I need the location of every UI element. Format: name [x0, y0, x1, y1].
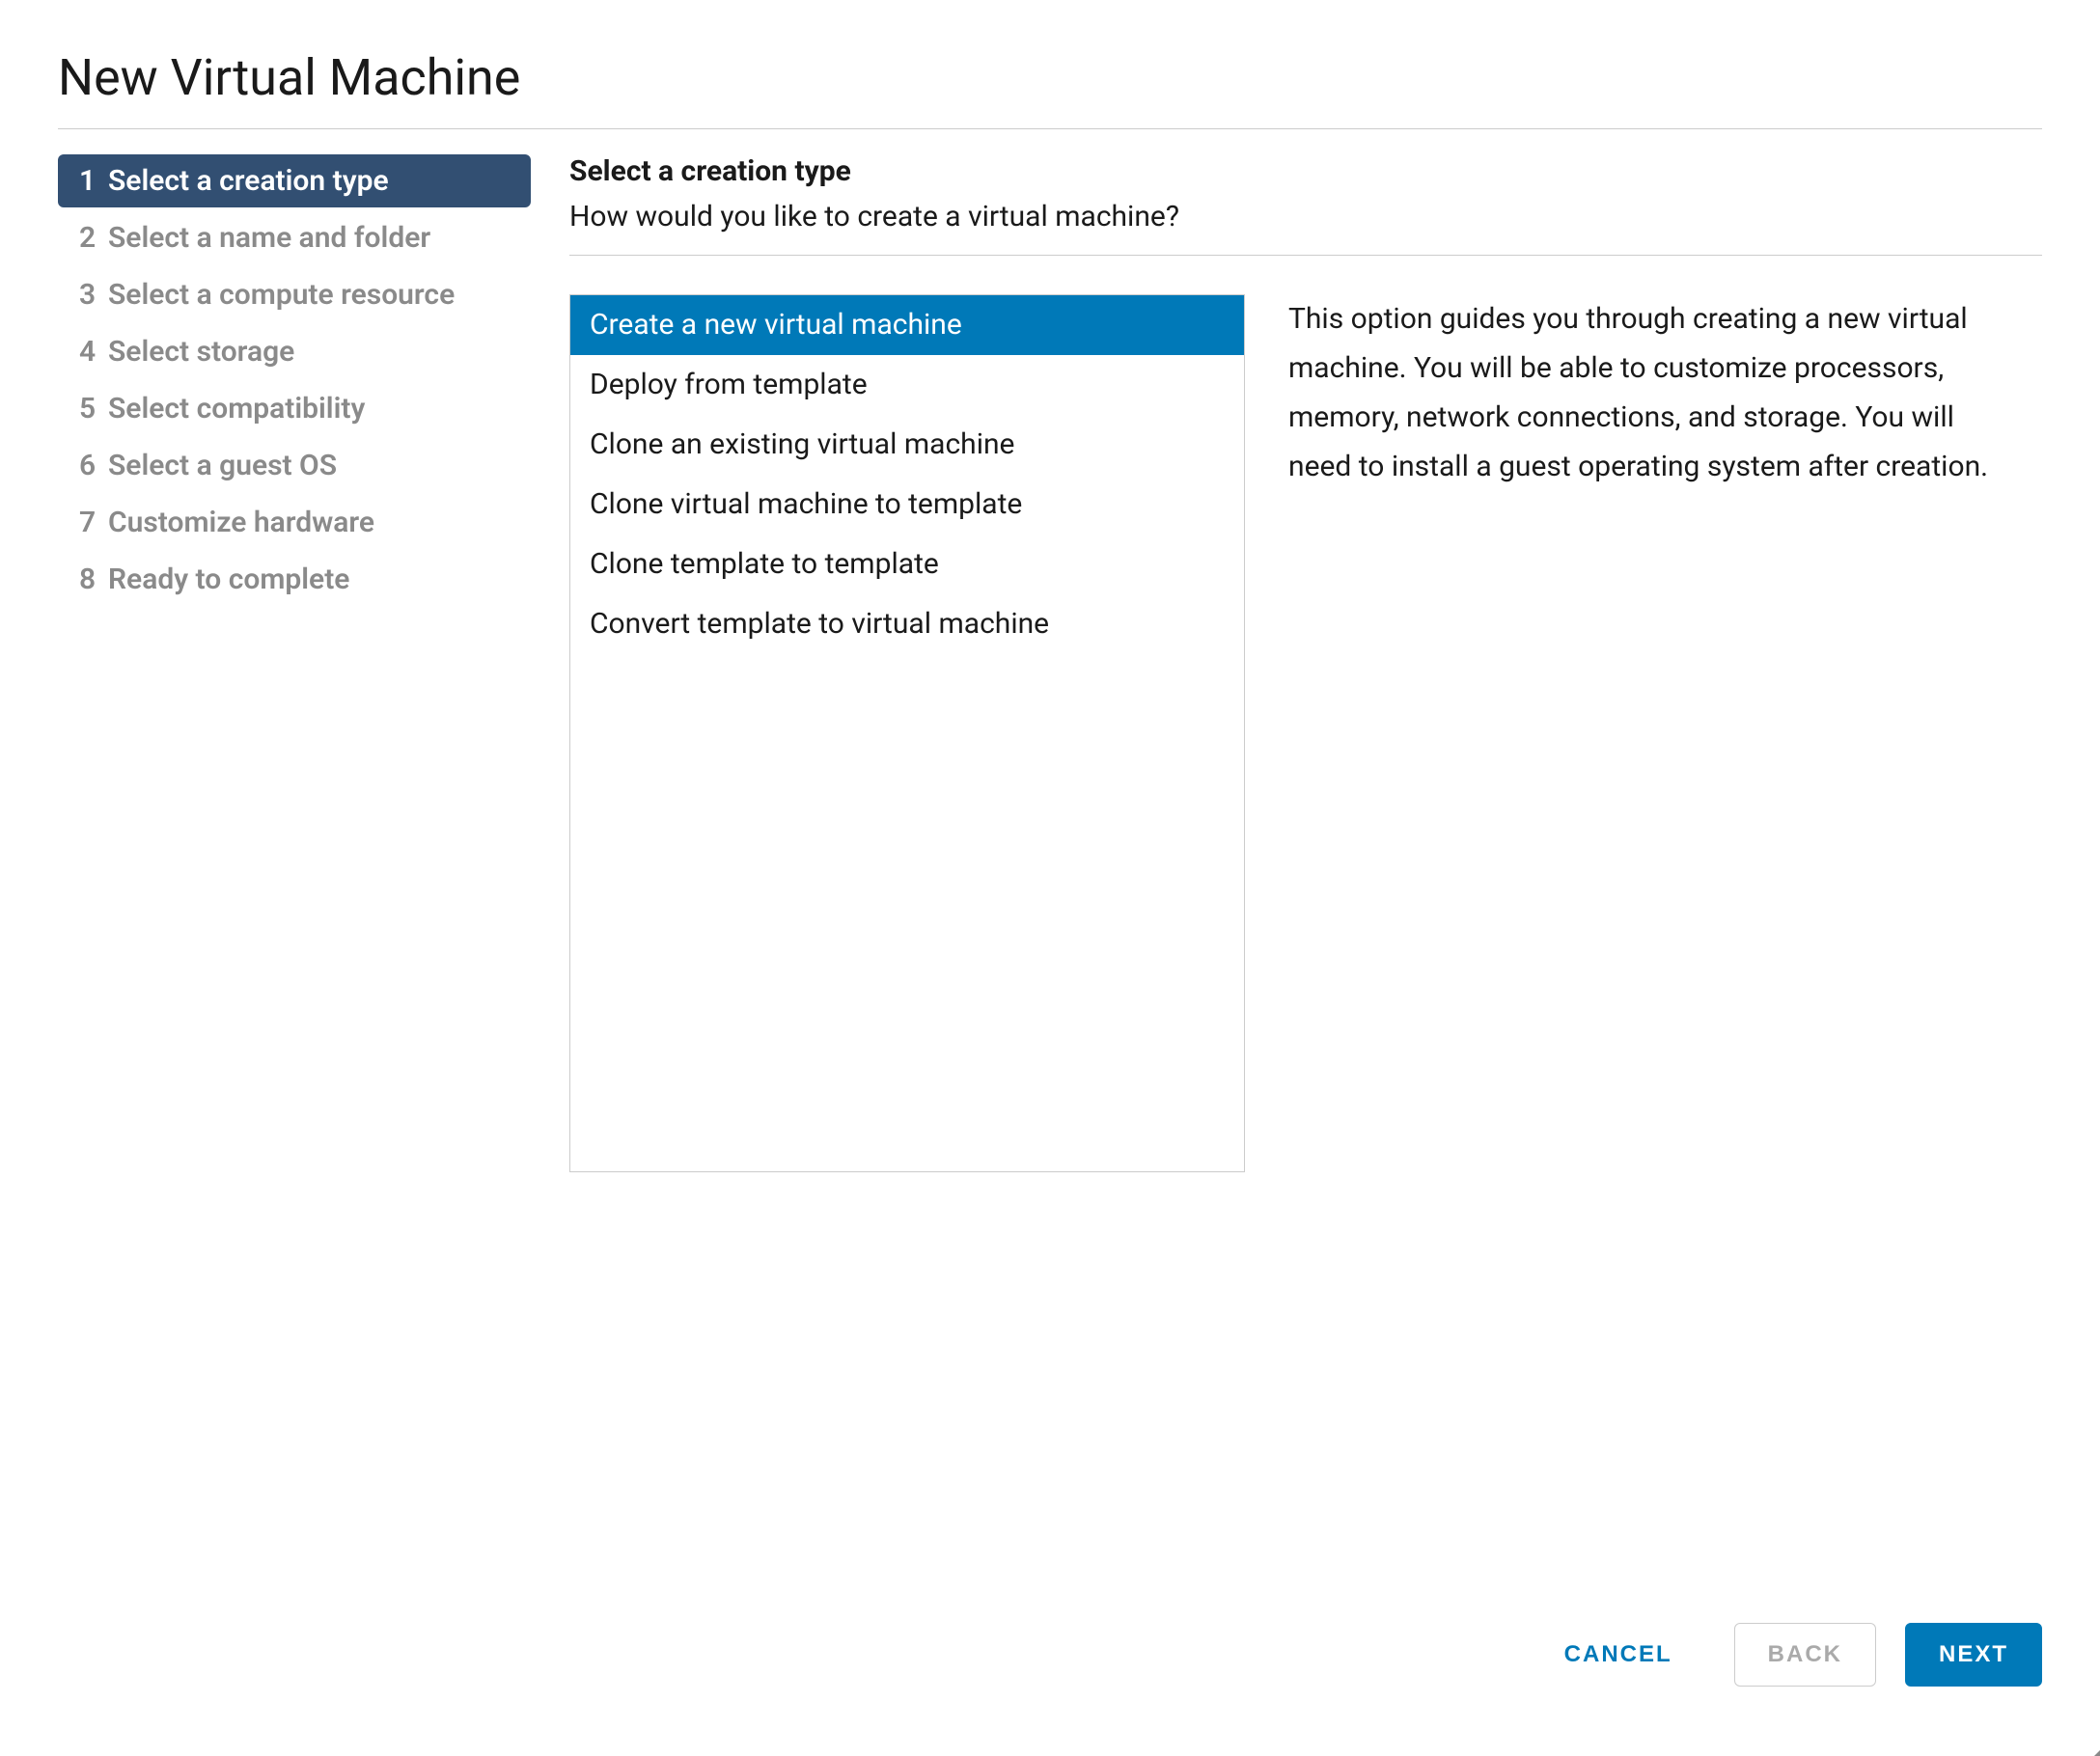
wizard-step-2[interactable]: 2 Select a name and folder	[58, 211, 531, 264]
main-panel: Select a creation type How would you lik…	[569, 154, 2042, 1594]
option-deploy-from-template[interactable]: Deploy from template	[570, 355, 1244, 415]
creation-type-list[interactable]: Create a new virtual machine Deploy from…	[569, 294, 1245, 1172]
wizard-step-7[interactable]: 7 Customize hardware	[58, 496, 531, 549]
panel-content: Create a new virtual machine Deploy from…	[569, 294, 2042, 1594]
next-button[interactable]: NEXT	[1905, 1623, 2042, 1687]
wizard-steps: 1 Select a creation type 2 Select a name…	[58, 154, 531, 1594]
wizard-step-num: 6	[79, 449, 97, 482]
wizard-step-label: Customize hardware	[108, 506, 374, 539]
wizard-step-label: Select compatibility	[108, 392, 365, 425]
wizard-step-num: 7	[79, 506, 97, 539]
option-convert-template-to-vm[interactable]: Convert template to virtual machine	[570, 594, 1244, 654]
wizard-step-1[interactable]: 1 Select a creation type	[58, 154, 531, 207]
wizard-step-label: Select a guest OS	[108, 449, 337, 482]
dialog-footer: CANCEL BACK NEXT	[58, 1594, 2042, 1696]
new-vm-wizard-dialog: New Virtual Machine 1 Select a creation …	[0, 0, 2100, 1735]
wizard-step-6[interactable]: 6 Select a guest OS	[58, 439, 531, 492]
wizard-step-3[interactable]: 3 Select a compute resource	[58, 268, 531, 321]
option-clone-template-to-template[interactable]: Clone template to template	[570, 535, 1244, 594]
back-button: BACK	[1734, 1623, 1876, 1687]
wizard-step-num: 4	[79, 335, 97, 369]
wizard-step-4[interactable]: 4 Select storage	[58, 325, 531, 378]
dialog-title: New Virtual Machine	[58, 48, 2042, 129]
wizard-step-num: 5	[79, 392, 97, 425]
panel-header: Select a creation type How would you lik…	[569, 154, 2042, 256]
wizard-step-num: 2	[79, 221, 97, 255]
wizard-step-num: 8	[79, 562, 97, 596]
panel-subtitle: How would you like to create a virtual m…	[569, 200, 2042, 233]
wizard-step-label: Select storage	[108, 335, 294, 369]
wizard-step-label: Select a creation type	[108, 164, 389, 198]
panel-title: Select a creation type	[569, 154, 2042, 188]
dialog-body: 1 Select a creation type 2 Select a name…	[58, 154, 2042, 1594]
wizard-step-label: Ready to complete	[108, 562, 349, 596]
wizard-step-label: Select a name and folder	[108, 221, 430, 255]
wizard-step-5[interactable]: 5 Select compatibility	[58, 382, 531, 435]
option-clone-vm-to-template[interactable]: Clone virtual machine to template	[570, 475, 1244, 535]
cancel-button[interactable]: CANCEL	[1532, 1624, 1705, 1686]
wizard-step-label: Select a compute resource	[108, 278, 455, 312]
option-description: This option guides you through creating …	[1288, 294, 2042, 1594]
wizard-step-num: 3	[79, 278, 97, 312]
option-clone-existing-vm[interactable]: Clone an existing virtual machine	[570, 415, 1244, 475]
option-create-new-vm[interactable]: Create a new virtual machine	[570, 295, 1244, 355]
wizard-step-8[interactable]: 8 Ready to complete	[58, 553, 531, 606]
wizard-step-num: 1	[79, 164, 97, 198]
